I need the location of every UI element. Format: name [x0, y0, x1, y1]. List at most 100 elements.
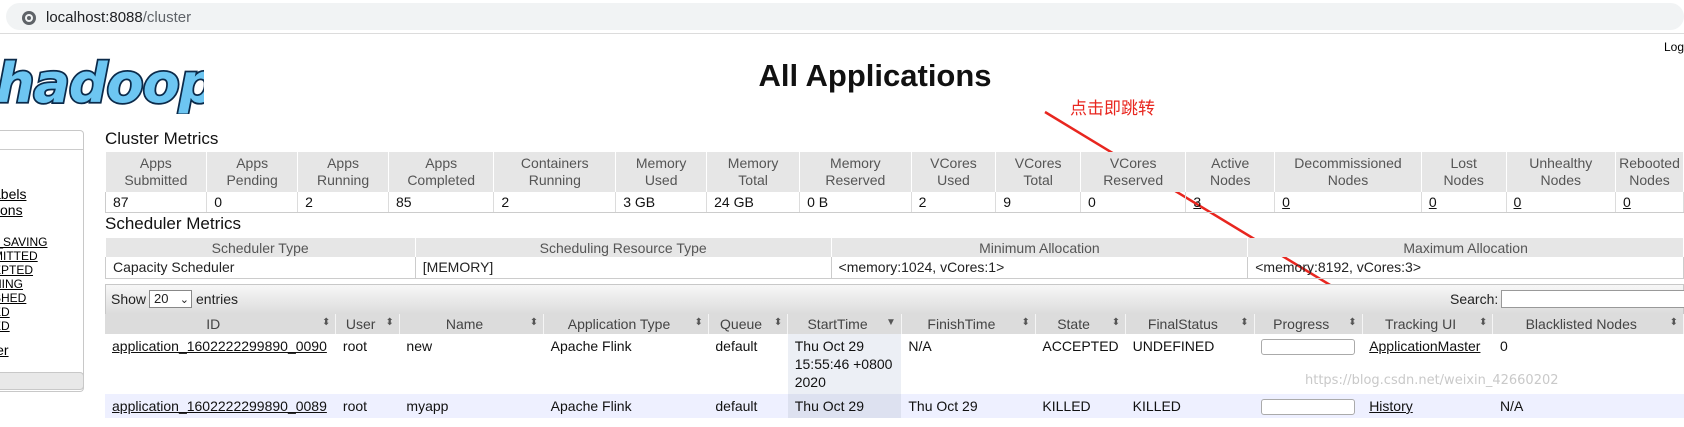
cluster-metric-header: Rebooted Nodes: [1615, 152, 1684, 192]
cluster-metric-header-line1: Unhealthy: [1529, 155, 1593, 171]
cluster-metric-value: 9: [995, 192, 1081, 213]
table-cell-queue: default: [708, 394, 788, 419]
sidebar-item-running[interactable]: NING: [0, 277, 23, 291]
table-cell-user: root: [335, 394, 400, 419]
cluster-metric-value[interactable]: 3: [1185, 192, 1276, 213]
entries-per-page-select[interactable]: 20 ⌄: [149, 290, 192, 308]
cluster-metric-header-line1: Memory: [635, 155, 687, 171]
sidebar-item-applications[interactable]: tions: [0, 202, 23, 218]
cluster-metric-link[interactable]: 0: [1429, 194, 1437, 210]
column-header-label: User: [345, 316, 376, 332]
progress-bar: [1261, 339, 1356, 356]
column-header[interactable]: Blacklisted Nodes ⬍: [1492, 314, 1684, 334]
cluster-metric-link[interactable]: 3: [1193, 194, 1201, 210]
column-header[interactable]: ID ⬍: [105, 314, 337, 334]
cluster-metric-value: 2: [493, 192, 617, 213]
sidebar-item-failed[interactable]: ED: [0, 305, 10, 319]
sidebar-item-new-saving[interactable]: /_SAVING: [0, 235, 47, 249]
cluster-metric-value[interactable]: 0: [1506, 192, 1617, 213]
column-header[interactable]: Application Type ⬍: [543, 314, 709, 334]
sidebar-item-node-labels[interactable]: abels: [0, 186, 26, 202]
sort-both-icon: ⬍: [1348, 317, 1357, 328]
cluster-metric-header: Active Nodes: [1185, 152, 1276, 192]
tracking-ui-link[interactable]: ApplicationMaster: [1369, 338, 1480, 354]
cluster-metric-header-line1: Apps: [425, 155, 458, 171]
url-text[interactable]: localhost:8088/cluster: [46, 9, 191, 26]
table-cell-name: new: [399, 334, 544, 394]
cell-text: Thu Oct 29: [794, 398, 864, 414]
cluster-metric-link[interactable]: 0: [1514, 194, 1522, 210]
url-path: /cluster: [142, 9, 192, 26]
cluster-metric-header: Memory Total: [706, 152, 801, 192]
table-cell-queue: default: [708, 334, 788, 394]
column-header[interactable]: FinalStatus ⬍: [1125, 314, 1255, 334]
cluster-metric-value: 0 B: [799, 192, 912, 213]
column-header[interactable]: Tracking UI ⬍: [1362, 314, 1494, 334]
applications-table: ID ⬍ User ⬍ Name ⬍ Application Type ⬍ Queue ⬍ Star…: [105, 314, 1684, 419]
scheduler-metric-value: <memory:1024, vCores:1>: [830, 257, 1249, 279]
cluster-metric-link[interactable]: 0: [1623, 194, 1631, 210]
sidebar-item-killed[interactable]: ED: [0, 319, 10, 333]
cluster-metric-value[interactable]: 0: [1274, 192, 1422, 213]
cell-text: 0: [1499, 338, 1508, 354]
sidebar-item-accepted[interactable]: EPTED: [0, 263, 33, 277]
applications-header-row: ID ⬍ User ⬍ Name ⬍ Application Type ⬍ Queue ⬍ Star…: [105, 314, 1684, 334]
table-cell-state: ACCEPTED: [1035, 334, 1126, 394]
sort-both-icon: ⬍: [773, 317, 783, 328]
cluster-metric-header-line2: Total: [1023, 172, 1053, 188]
cluster-metric-text: 0 B: [807, 194, 829, 210]
table-cell-final: KILLED: [1125, 394, 1255, 419]
application-id-link[interactable]: application_1602222299890_0090: [112, 338, 327, 354]
table-cell-blacklisted: N/A: [1492, 394, 1684, 419]
cell-text: Thu Oct 29 15:55:46 +0800 2020: [794, 338, 893, 390]
application-id-link[interactable]: application_1602222299890_0089: [112, 398, 327, 414]
cluster-metric-value[interactable]: 0: [1615, 192, 1684, 213]
cluster-metric-header-line2: Reserved: [825, 172, 886, 188]
column-header-label: ID: [206, 316, 221, 332]
sort-both-icon: ⬍: [1669, 317, 1678, 328]
cluster-metric-header-line2: Submitted: [124, 172, 188, 188]
sort-both-icon: ⬍: [385, 317, 394, 328]
sidebar-item-finished[interactable]: SHED: [0, 291, 26, 305]
sort-both-icon: ⬍: [1021, 317, 1030, 328]
column-header[interactable]: Queue ⬍: [708, 314, 789, 334]
column-header-label: StartTime: [807, 316, 868, 332]
site-info-icon[interactable]: [22, 11, 36, 25]
cluster-metric-link[interactable]: 0: [1282, 194, 1290, 210]
cluster-metric-header: VCores Reserved: [1080, 152, 1187, 192]
cluster-metric-value[interactable]: 0: [1421, 192, 1507, 213]
url-field[interactable]: localhost:8088/cluster: [6, 3, 1684, 30]
column-header[interactable]: FinishTime ⬍: [901, 314, 1036, 334]
column-header-label: Name: [445, 316, 484, 332]
cluster-metric-header-line1: Memory: [727, 155, 779, 171]
search-input[interactable]: [1501, 290, 1684, 308]
cluster-metric-text: 24 GB: [714, 194, 754, 210]
column-header[interactable]: User ⬍: [335, 314, 400, 334]
column-header[interactable]: State ⬍: [1035, 314, 1127, 334]
entries-label: entries: [196, 291, 239, 307]
cluster-metric-header: Apps Submitted: [105, 152, 208, 192]
cell-text: UNDEFINED: [1132, 338, 1215, 354]
cluster-metric-header: VCores Total: [995, 152, 1081, 192]
cluster-metric-text: 0: [1087, 194, 1096, 210]
column-header[interactable]: Name ⬍: [399, 314, 545, 334]
column-header-label: State: [1057, 316, 1090, 332]
hadoop-logo[interactable]: hadoop: [0, 52, 204, 114]
column-header-label: Tracking UI: [1385, 316, 1457, 332]
sidebar-item-scheduler[interactable]: ler: [0, 342, 9, 358]
tracking-ui-link[interactable]: History: [1369, 398, 1413, 414]
scheduler-metric-header: Scheduling Resource Type: [415, 238, 832, 257]
column-header[interactable]: StartTime ▼: [787, 314, 902, 334]
cluster-metric-text: 3 GB: [623, 194, 656, 210]
column-header[interactable]: Progress ⬍: [1254, 314, 1363, 334]
sidebar-item-submitted[interactable]: MITTED: [0, 249, 38, 263]
url-port: :8088: [105, 9, 143, 26]
cluster-metric-value: 2: [297, 192, 389, 213]
scheduler-metric-header: Maximum Allocation: [1247, 238, 1684, 257]
cluster-metric-value: 3 GB: [615, 192, 708, 213]
cell-text: KILLED: [1042, 398, 1091, 414]
cluster-metric-header-line1: Rebooted: [1619, 155, 1680, 171]
cluster-metric-header: VCores Used: [911, 152, 997, 192]
cluster-metric-header: Unhealthy Nodes: [1506, 152, 1617, 192]
sidebar-divider: [0, 149, 83, 150]
